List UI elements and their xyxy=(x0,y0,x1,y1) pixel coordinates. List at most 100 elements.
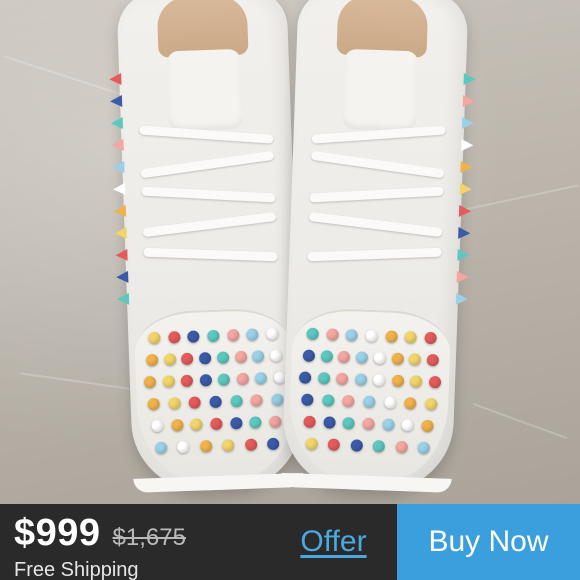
side-spike-stud xyxy=(110,116,124,130)
side-spike-stud xyxy=(109,73,122,86)
spike-stud xyxy=(391,374,405,388)
price-block: $999 $1,675 Free Shipping xyxy=(0,504,270,580)
side-spike-stud xyxy=(112,182,126,196)
lace xyxy=(308,211,443,238)
spike-stud xyxy=(236,372,249,386)
spike-stud xyxy=(391,352,404,366)
spike-stud xyxy=(168,397,181,410)
spike-stud xyxy=(244,438,257,451)
side-spike-stud xyxy=(116,292,130,306)
spike-stud xyxy=(317,372,330,385)
spike-stud xyxy=(417,441,430,455)
spike-stud xyxy=(373,352,386,365)
spike-stud xyxy=(170,419,184,432)
spike-stud xyxy=(177,440,190,454)
side-spike-stud xyxy=(116,270,129,284)
side-spike-stud xyxy=(458,204,472,218)
spike-stud xyxy=(199,374,212,387)
spike-stud xyxy=(306,327,319,341)
spike-stud xyxy=(216,351,230,364)
spike-stud xyxy=(222,439,235,452)
lace xyxy=(141,186,276,203)
lace xyxy=(307,247,442,262)
spike-stud xyxy=(424,331,437,345)
lace xyxy=(143,247,278,262)
spike-stud xyxy=(199,440,213,453)
spike-stud xyxy=(383,396,397,409)
current-price: $999 xyxy=(14,512,101,554)
spike-stud xyxy=(426,353,440,367)
side-spike-stud xyxy=(455,292,469,306)
spike-stud xyxy=(365,329,378,343)
spike-stud xyxy=(404,331,418,344)
spike-stud xyxy=(226,329,240,342)
spike-stud xyxy=(190,418,203,431)
spike-stud xyxy=(230,394,243,408)
price-row: $999 $1,675 xyxy=(14,512,270,555)
side-spike-stud xyxy=(112,160,125,174)
offer-button[interactable]: Offer xyxy=(270,504,397,580)
lace xyxy=(142,211,277,238)
spike-stud xyxy=(155,441,168,455)
lace xyxy=(310,150,445,179)
sole xyxy=(133,472,304,493)
spike-stud xyxy=(395,440,408,454)
spike-stud xyxy=(342,416,356,430)
spike-stud xyxy=(345,329,359,342)
spike-stud xyxy=(320,350,333,363)
spike-stud xyxy=(303,415,316,429)
spike-stud xyxy=(163,353,177,366)
spike-stud xyxy=(425,397,438,411)
spike-stud xyxy=(188,396,202,409)
spike-stud xyxy=(301,393,314,406)
spike-stud xyxy=(338,350,351,364)
spike-stud xyxy=(382,418,395,431)
spike-stud xyxy=(298,371,312,384)
spike-stud xyxy=(266,437,280,451)
spike-stud xyxy=(305,437,319,451)
spike-stud xyxy=(148,331,161,345)
spike-stud xyxy=(410,375,423,388)
lace xyxy=(140,150,275,179)
side-spike-stud xyxy=(461,116,475,130)
spike-stud xyxy=(321,394,335,407)
toe-cap xyxy=(133,307,298,483)
spike-stud xyxy=(207,329,220,343)
floor-vein xyxy=(472,402,568,440)
spike-stud xyxy=(269,349,283,362)
spike-stud xyxy=(350,439,363,452)
spike-stud xyxy=(181,352,194,366)
shipping-label: Free Shipping xyxy=(14,559,139,580)
original-price: $1,675 xyxy=(112,524,186,551)
sole xyxy=(281,472,452,493)
spike-stud xyxy=(250,394,264,407)
spike-stud xyxy=(229,416,243,430)
floor-vein xyxy=(20,372,130,390)
side-spike-stud xyxy=(109,94,123,108)
spike-stud xyxy=(252,350,265,363)
spike-stud xyxy=(372,440,386,453)
side-spike-stud xyxy=(113,204,127,218)
spike-stud xyxy=(217,373,231,386)
spike-stud xyxy=(187,330,200,343)
spike-stud xyxy=(234,350,247,364)
spike-stud xyxy=(342,394,355,408)
collar xyxy=(156,0,249,58)
side-spike-stud xyxy=(459,182,473,196)
spike-stud xyxy=(210,417,223,431)
spike-stud xyxy=(323,416,336,429)
side-spike-stud xyxy=(460,160,473,174)
spike-stud xyxy=(355,351,369,364)
product-photo[interactable] xyxy=(0,0,580,504)
spike-stud xyxy=(145,353,159,367)
spike-stud xyxy=(266,327,279,341)
buy-now-button[interactable]: Buy Now xyxy=(397,504,580,580)
spike-stud xyxy=(385,330,398,343)
side-spike-stud xyxy=(456,270,469,284)
side-spike-stud xyxy=(461,138,474,152)
collar xyxy=(336,0,429,58)
purchase-bar: $999 $1,675 Free Shipping Offer Buy Now xyxy=(0,504,580,580)
spike-stud xyxy=(209,395,222,409)
lace xyxy=(309,186,444,203)
spike-stud xyxy=(326,328,339,341)
